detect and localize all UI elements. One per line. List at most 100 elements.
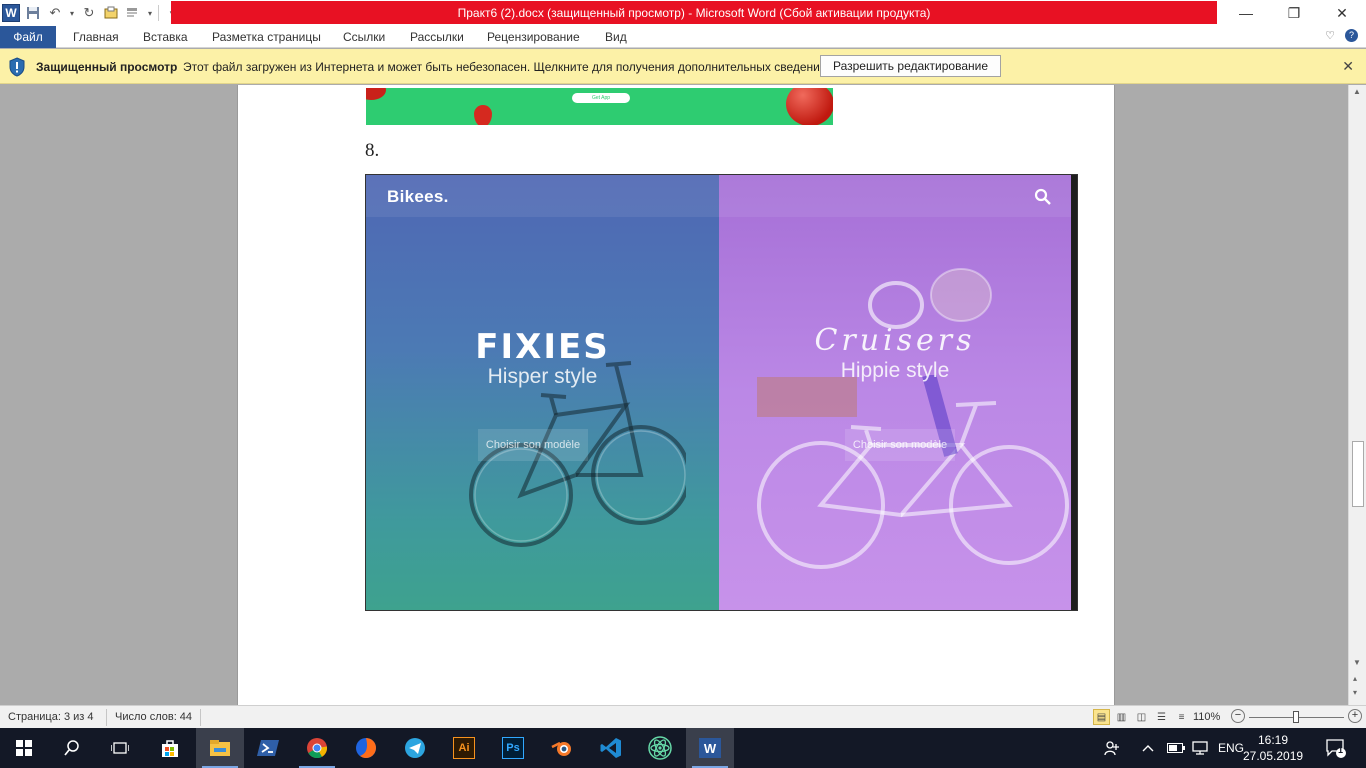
format-painter-icon[interactable] bbox=[124, 4, 142, 22]
view-buttons: ▤ ▥ ◫ ☰ ≡ bbox=[1093, 709, 1190, 725]
protected-view-bar: Защищенный просмотр Этот файл загружен и… bbox=[0, 49, 1366, 84]
tab-review[interactable]: Рецензирование bbox=[487, 30, 580, 44]
enable-editing-button[interactable]: Разрешить редактирование bbox=[820, 55, 1001, 77]
search-icon bbox=[1034, 188, 1051, 205]
tab-home[interactable]: Главная bbox=[73, 30, 119, 44]
shield-icon bbox=[9, 57, 25, 77]
help-icon[interactable]: ? bbox=[1345, 29, 1358, 42]
atom-icon[interactable] bbox=[636, 728, 684, 768]
status-bar: Страница: 3 из 4 Число слов: 44 ▤ ▥ ◫ ☰ … bbox=[0, 705, 1366, 728]
minimize-button[interactable]: — bbox=[1222, 0, 1270, 26]
toolbar-separator bbox=[158, 5, 159, 21]
draft-view-icon[interactable]: ≡ bbox=[1173, 709, 1190, 725]
undo-icon[interactable]: ↶ bbox=[46, 4, 64, 22]
fixies-heading: FIXIES bbox=[475, 327, 610, 367]
tab-view[interactable]: Вид bbox=[605, 30, 627, 44]
status-separator bbox=[106, 709, 107, 726]
ribbon-tabs: Файл Главная Вставка Разметка страницы С… bbox=[0, 26, 1366, 48]
strawberry-graphic bbox=[474, 105, 492, 125]
search-icon[interactable] bbox=[48, 728, 96, 768]
tab-file[interactable]: Файл bbox=[0, 26, 56, 48]
protected-view-message[interactable]: Этот файл загружен из Интернета и может … bbox=[183, 60, 830, 74]
image-dark-edge bbox=[1071, 175, 1077, 610]
tab-page-layout[interactable]: Разметка страницы bbox=[212, 30, 321, 44]
bikees-website-image: Bikees. FIXIES Hisper style Choisir son … bbox=[365, 174, 1078, 611]
cruiser-bike-graphic bbox=[757, 375, 1069, 569]
word-app-icon[interactable]: W bbox=[2, 4, 20, 22]
minimize-ribbon-icon[interactable]: ♡ bbox=[1325, 29, 1335, 42]
paragraph-number: 8. bbox=[365, 140, 380, 161]
protected-view-title: Защищенный просмотр bbox=[36, 60, 178, 74]
photoshop-icon[interactable]: Ps bbox=[489, 728, 537, 768]
ribbon-right-controls: ♡ ? bbox=[1325, 29, 1358, 42]
battery-icon[interactable] bbox=[1167, 728, 1185, 768]
telegram-icon[interactable] bbox=[391, 728, 439, 768]
file-explorer-icon[interactable] bbox=[196, 728, 244, 768]
action-center-icon[interactable]: 1 bbox=[1325, 728, 1347, 768]
title-bar: W ↶ ▾ ↻ ▾ ▾ Практ6 (2).docx (защищенный … bbox=[0, 0, 1366, 26]
start-icon[interactable] bbox=[0, 728, 48, 768]
quick-access-toolbar: W ↶ ▾ ↻ ▾ ▾ bbox=[2, 3, 181, 23]
document-page: Get App 8. Bikees. FIXIES Hisper style C… bbox=[237, 85, 1115, 705]
show-hidden-icons-icon[interactable] bbox=[1142, 728, 1154, 768]
clock-time: 16:19 bbox=[1257, 733, 1289, 747]
language-indicator[interactable]: ENG bbox=[1218, 728, 1244, 768]
get-app-button-graphic: Get App bbox=[572, 93, 630, 103]
scroll-down-arrow-icon[interactable]: ▼ bbox=[1353, 658, 1361, 667]
zoom-level[interactable]: 110% bbox=[1193, 711, 1220, 723]
site-logo: Bikees. bbox=[387, 187, 449, 206]
outline-view-icon[interactable]: ☰ bbox=[1153, 709, 1170, 725]
notification-count: 1 bbox=[1338, 745, 1344, 755]
status-separator bbox=[200, 709, 201, 726]
previous-screenshot-image: Get App bbox=[366, 88, 833, 125]
zoom-in-button[interactable]: + bbox=[1348, 709, 1362, 723]
scroll-up-arrow-icon[interactable]: ▲ bbox=[1353, 87, 1361, 96]
page-indicator[interactable]: Страница: 3 из 4 bbox=[8, 711, 94, 723]
task-view-icon[interactable] bbox=[96, 728, 144, 768]
clock-date: 27.05.2019 bbox=[1243, 749, 1304, 763]
store-icon[interactable] bbox=[146, 728, 194, 768]
windows-taskbar: Ai Ps W ENG 16:19 27.05.2019 1 bbox=[0, 728, 1366, 768]
cruisers-heading: Cruisers bbox=[814, 323, 976, 358]
network-icon[interactable] bbox=[1192, 728, 1208, 768]
zoom-out-button[interactable]: − bbox=[1231, 709, 1245, 723]
previous-page-icon[interactable]: ▴ bbox=[1353, 674, 1357, 683]
vertical-scrollbar[interactable]: ▲ ▼ ▴ ▾ bbox=[1348, 85, 1366, 705]
maximize-button[interactable]: ❐ bbox=[1270, 0, 1318, 26]
zoom-slider-thumb[interactable] bbox=[1293, 711, 1299, 723]
document-area: Get App 8. Bikees. FIXIES Hisper style C… bbox=[0, 85, 1348, 705]
window-controls: — ❐ ✕ bbox=[1222, 0, 1366, 26]
cruisers-subtitle: Hippie style bbox=[840, 359, 950, 382]
close-button[interactable]: ✕ bbox=[1318, 0, 1366, 26]
scrollbar-thumb[interactable] bbox=[1352, 441, 1364, 507]
apple-graphic bbox=[786, 88, 833, 125]
site-header: Bikees. bbox=[366, 175, 1071, 217]
powershell-icon[interactable] bbox=[244, 728, 292, 768]
cruisers-choose-model-button: Choisir son modèle bbox=[845, 429, 955, 461]
system-clock[interactable]: 16:19 27.05.2019 bbox=[1243, 732, 1303, 764]
full-screen-reading-view-icon[interactable]: ▥ bbox=[1113, 709, 1130, 725]
illustrator-icon[interactable]: Ai bbox=[440, 728, 488, 768]
fixies-subtitle: Hisper style bbox=[487, 365, 598, 388]
blender-icon[interactable] bbox=[538, 728, 586, 768]
chrome-icon[interactable] bbox=[293, 728, 341, 768]
word-icon[interactable]: W bbox=[686, 728, 734, 768]
tab-mailings[interactable]: Рассылки bbox=[410, 30, 464, 44]
redo-icon[interactable]: ↻ bbox=[80, 4, 98, 22]
window-title: Практ6 (2).docx (защищенный просмотр) - … bbox=[171, 1, 1217, 24]
save-icon[interactable] bbox=[24, 4, 42, 22]
strawberry-graphic bbox=[366, 88, 386, 100]
close-icon[interactable]: ✕ bbox=[1342, 58, 1354, 75]
web-layout-view-icon[interactable]: ◫ bbox=[1133, 709, 1150, 725]
people-icon[interactable] bbox=[1104, 728, 1120, 768]
firefox-icon[interactable] bbox=[342, 728, 390, 768]
print-preview-icon[interactable] bbox=[102, 4, 120, 22]
print-layout-view-icon[interactable]: ▤ bbox=[1093, 709, 1110, 725]
vscode-icon[interactable] bbox=[587, 728, 635, 768]
next-page-icon[interactable]: ▾ bbox=[1353, 688, 1357, 697]
tab-insert[interactable]: Вставка bbox=[143, 30, 188, 44]
tab-references[interactable]: Ссылки bbox=[343, 30, 385, 44]
undo-dropdown-icon[interactable]: ▾ bbox=[68, 4, 76, 22]
customize-toolbar-dropdown-icon[interactable]: ▾ bbox=[146, 4, 154, 22]
word-count[interactable]: Число слов: 44 bbox=[115, 711, 192, 723]
